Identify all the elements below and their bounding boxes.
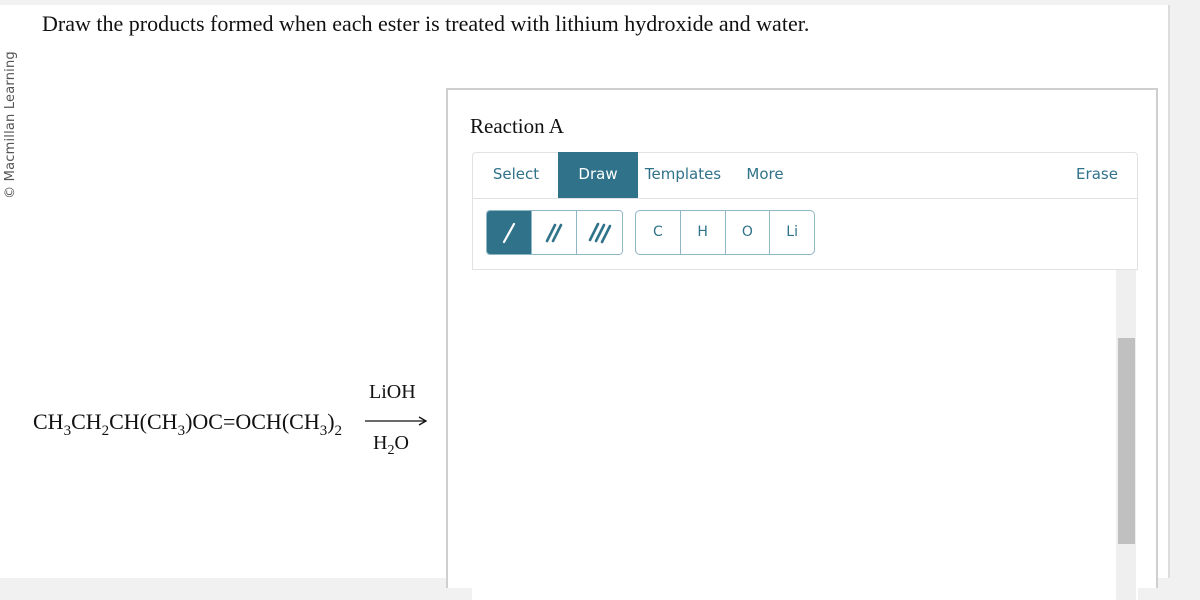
toolbar-tabs: Select Draw Templates More Erase xyxy=(472,152,1138,198)
atom-h-button[interactable]: H xyxy=(681,211,726,254)
double-bond-button[interactable] xyxy=(532,211,577,254)
water-h: H xyxy=(373,432,388,454)
drawing-canvas[interactable] xyxy=(472,270,1138,600)
double-bond-icon xyxy=(545,223,563,242)
tab-templates[interactable]: Templates xyxy=(641,152,725,198)
reaction-arrow-icon xyxy=(365,416,428,426)
formula-text: CH xyxy=(71,409,102,434)
panel-title: Reaction A xyxy=(470,114,564,138)
atom-o-button[interactable]: O xyxy=(726,211,771,254)
single-bond-icon xyxy=(502,222,516,243)
copyright-label: © Macmillan Learning xyxy=(3,51,18,199)
draw-tool-row: C H O Li xyxy=(472,198,1138,270)
bond-tool-group xyxy=(486,210,623,255)
water-o: O xyxy=(394,432,409,454)
formula-subscript: 2 xyxy=(334,423,343,439)
reagent-lioh: LiOH xyxy=(369,381,416,403)
atom-c-button[interactable]: C xyxy=(636,211,681,254)
single-bond-button[interactable] xyxy=(487,211,532,254)
formula-text: )OC=OCH(CH xyxy=(185,409,320,434)
ester-formula: CH3CH2CH(CH3)OC=OCH(CH3)2 xyxy=(33,409,342,439)
triple-bond-button[interactable] xyxy=(577,211,622,254)
atom-li-button[interactable]: Li xyxy=(770,211,814,254)
formula-text: CH xyxy=(33,409,64,434)
tab-select[interactable]: Select xyxy=(481,152,551,198)
question-prompt: Draw the products formed when each ester… xyxy=(42,11,810,36)
erase-button[interactable]: Erase xyxy=(1067,152,1127,198)
tab-draw[interactable]: Draw xyxy=(558,152,638,198)
formula-text: ) xyxy=(327,409,335,434)
tab-more[interactable]: More xyxy=(737,152,793,198)
drawing-panel: Reaction A Select Draw Templates More Er… xyxy=(446,88,1158,600)
formula-text: CH(CH xyxy=(109,409,178,434)
canvas-scrollbar[interactable] xyxy=(1116,270,1136,600)
formula-subscript: 2 xyxy=(101,423,110,439)
reaction-arrow-group: LiOH H2O xyxy=(365,381,429,467)
reagent-water: H2O xyxy=(373,432,409,458)
scrollbar-thumb[interactable] xyxy=(1118,338,1135,544)
triple-bond-icon xyxy=(588,222,611,243)
atom-tool-group: C H O Li xyxy=(635,210,815,255)
formula-subscript: 3 xyxy=(63,423,72,439)
formula-subscript: 3 xyxy=(177,423,186,439)
